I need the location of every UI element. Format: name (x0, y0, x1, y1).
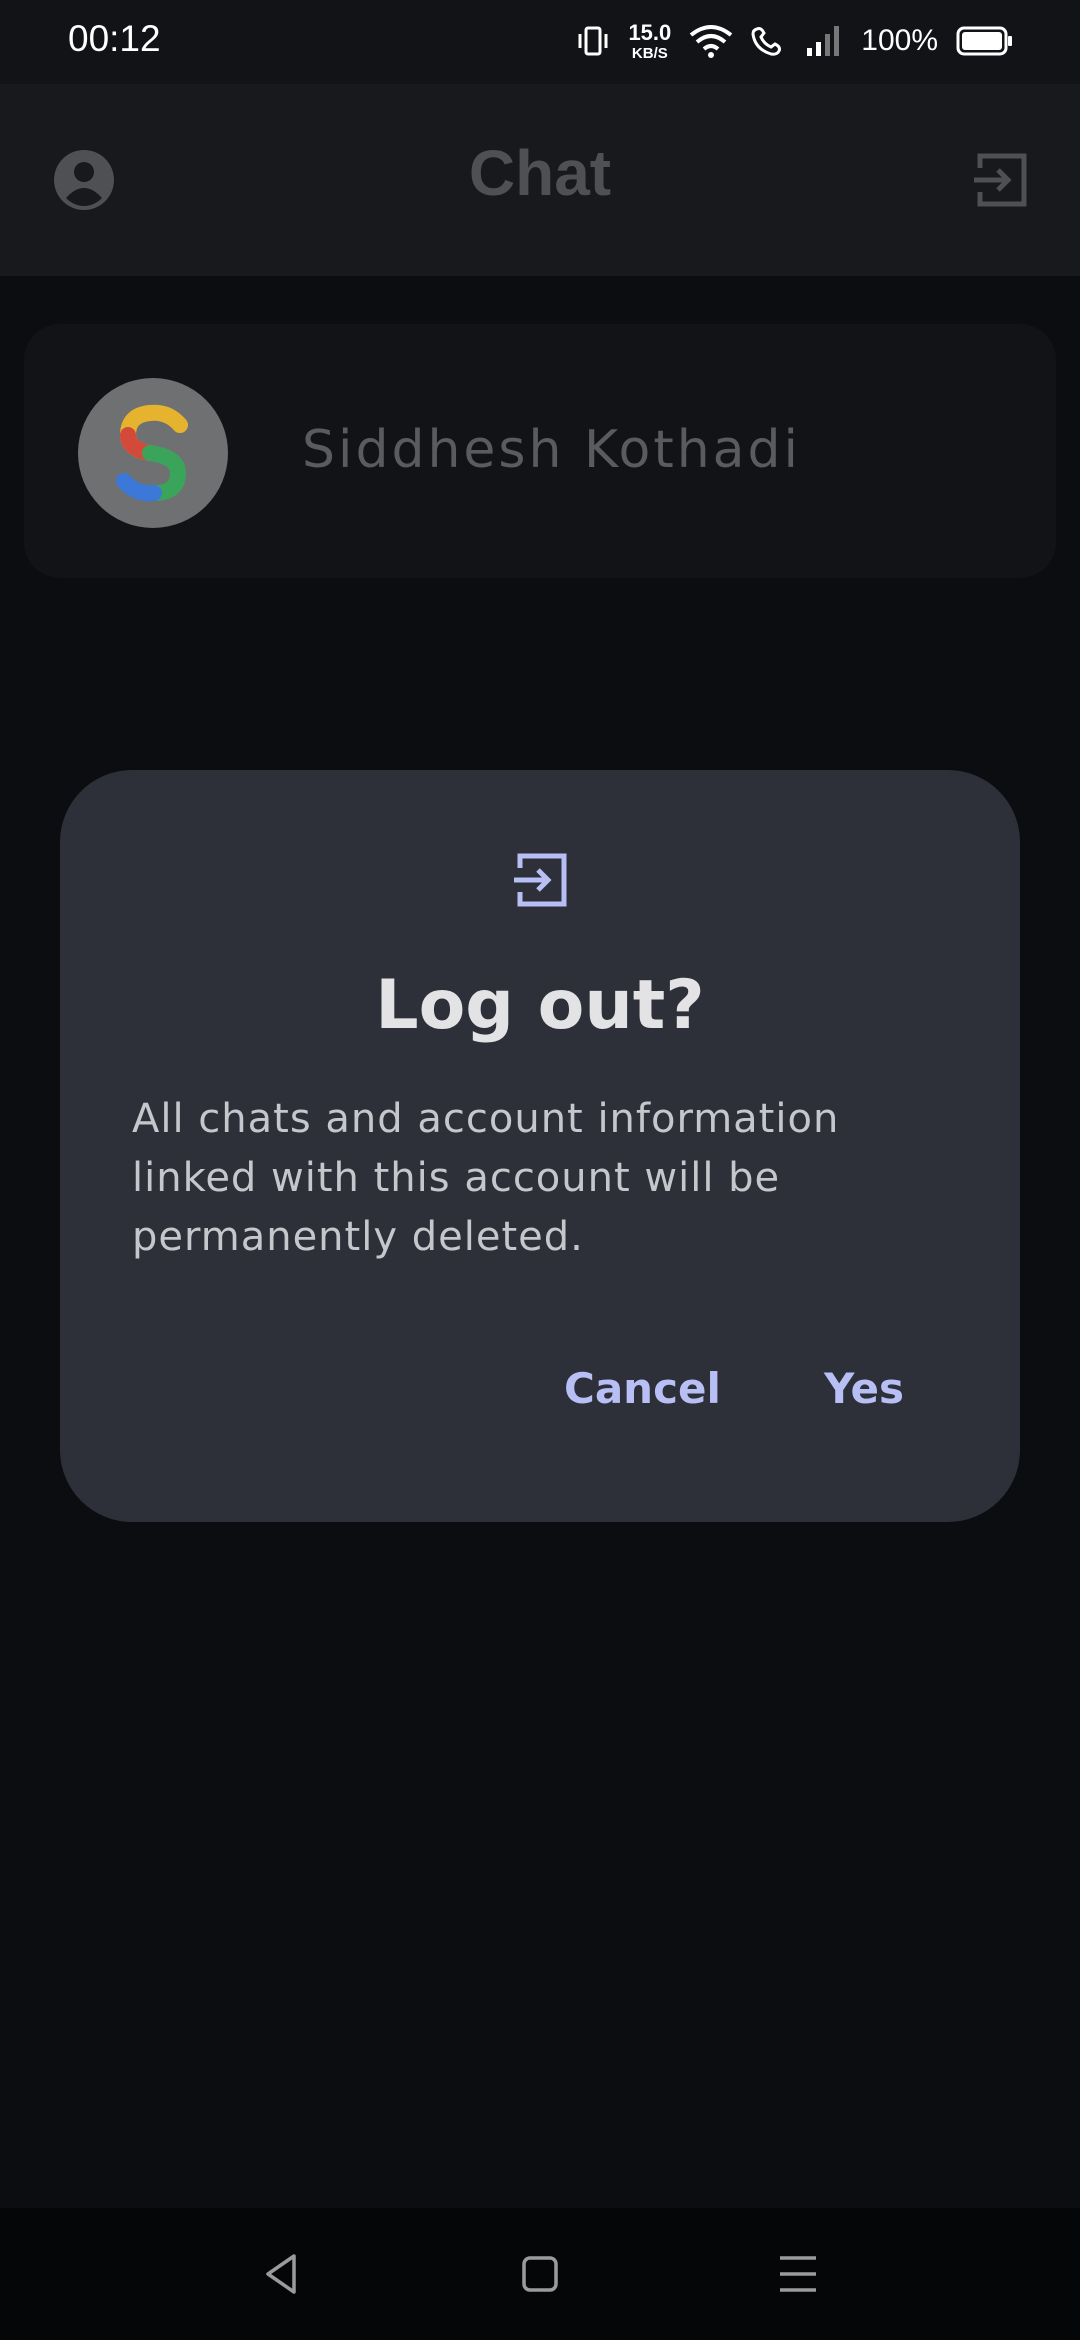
confirm-logout-button[interactable]: Yes (824, 1364, 904, 1413)
home-square-icon[interactable] (510, 2244, 570, 2304)
screen: 00:12 15.0 KB/S 100% Chat Siddhesh Kotha… (0, 0, 1080, 2340)
signal-icon (807, 26, 840, 56)
vibrate-icon (578, 26, 608, 56)
dialog-message: All chats and account information linked… (132, 1096, 840, 1260)
status-time: 00:12 (68, 18, 161, 59)
avatar (78, 378, 228, 528)
status-bar: 00:12 15.0 KB/S 100% (0, 0, 1080, 84)
network-speed: 15.0 KB/S (628, 19, 672, 62)
page-title: Chat (468, 137, 612, 209)
chat-list-item[interactable]: Siddhesh Kothadi (24, 324, 1056, 578)
wifi-calling-icon (751, 27, 782, 56)
system-nav-bar (0, 2208, 1080, 2340)
logout-dialog: Log out? All chats and account informati… (60, 770, 1020, 1522)
status-icons: 15.0 KB/S 100% (576, 16, 1014, 66)
dialog-title: Log out? (375, 966, 705, 1045)
cancel-button[interactable]: Cancel (564, 1364, 721, 1413)
logout-icon (514, 853, 567, 907)
back-triangle-icon[interactable] (252, 2244, 312, 2304)
network-speed-value: 15.0 (628, 19, 672, 45)
battery-icon (956, 26, 1012, 56)
wifi-icon (690, 25, 733, 58)
menu-lines-icon[interactable] (768, 2244, 828, 2304)
google-s-logo-icon (116, 404, 188, 502)
network-speed-unit: KB/S (631, 44, 668, 62)
chat-contact-name: Siddhesh Kothadi (302, 420, 801, 480)
app-bar: Chat (0, 84, 1080, 276)
logout-icon[interactable] (970, 150, 1030, 210)
battery-percent: 100% (861, 24, 938, 57)
